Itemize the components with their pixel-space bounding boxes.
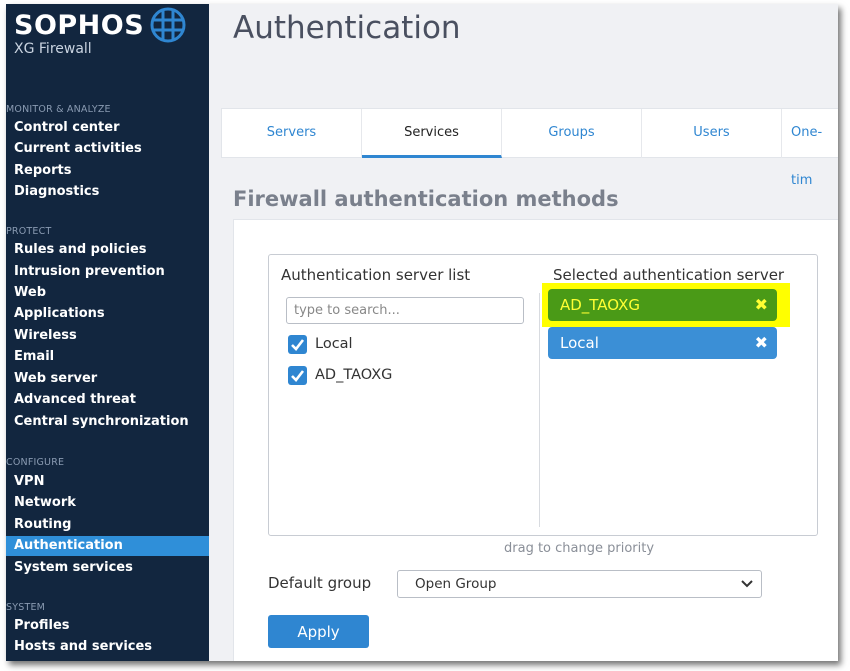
selected-server-ad-taoxg[interactable]: AD_TAOXG ✖ xyxy=(548,289,777,321)
apply-button[interactable]: Apply xyxy=(268,615,369,648)
app-window: SOPHOS XG Firewall MONITOR & ANALYZE Con… xyxy=(6,4,838,661)
tab-groups[interactable]: Groups xyxy=(502,109,642,158)
nav-web[interactable]: Web xyxy=(6,283,209,303)
nav-advanced-threat[interactable]: Advanced threat xyxy=(6,390,209,410)
nav-diagnostics[interactable]: Diagnostics xyxy=(6,182,209,202)
tab-servers[interactable]: Servers xyxy=(222,109,362,158)
list-divider xyxy=(539,293,540,527)
tab-bar: Servers Services Groups Users One-tim xyxy=(221,108,838,188)
sidebar: SOPHOS XG Firewall MONITOR & ANALYZE Con… xyxy=(6,4,209,661)
nav-current-activities[interactable]: Current activities xyxy=(6,139,209,159)
default-group-label: Default group xyxy=(268,574,372,592)
server-lists-box: Authentication server list Local AD_TAOX… xyxy=(268,254,818,536)
nav-control-center[interactable]: Control center xyxy=(6,118,209,138)
main-content: Authentication Servers Services Groups U… xyxy=(209,4,838,661)
section-monitor-analyze: MONITOR & ANALYZE xyxy=(6,104,111,115)
nav-reports[interactable]: Reports xyxy=(6,161,209,181)
selected-server-label: Local xyxy=(560,334,599,352)
nav-network[interactable]: Network xyxy=(6,493,209,513)
selected-server-label: AD_TAOXG xyxy=(560,296,641,314)
tab-services[interactable]: Services xyxy=(362,109,502,158)
nav-routing[interactable]: Routing xyxy=(6,515,209,535)
chevron-down-icon xyxy=(741,580,753,588)
nav-profiles[interactable]: Profiles xyxy=(6,616,209,636)
nav-rules-and-policies[interactable]: Rules and policies xyxy=(6,240,209,260)
section-protect: PROTECT xyxy=(6,226,52,237)
auth-methods-panel: Authentication server list Local AD_TAOX… xyxy=(233,219,838,661)
nav-applications[interactable]: Applications xyxy=(6,304,209,324)
section-title: Firewall authentication methods xyxy=(233,187,619,211)
default-group-select[interactable]: Open Group xyxy=(397,570,762,598)
nav-web-server[interactable]: Web server xyxy=(6,369,209,389)
nav-authentication[interactable]: Authentication xyxy=(6,536,209,556)
checkmark-icon xyxy=(291,339,305,351)
checkbox-ad-taoxg[interactable] xyxy=(288,366,307,385)
nav-email[interactable]: Email xyxy=(6,347,209,367)
default-group-value: Open Group xyxy=(415,576,497,592)
checkbox-local[interactable] xyxy=(288,335,307,354)
nav-hosts-and-services[interactable]: Hosts and services xyxy=(6,637,209,657)
server-label: AD_TAOXG xyxy=(315,367,393,383)
server-list-heading: Authentication server list xyxy=(281,266,471,284)
nav-vpn[interactable]: VPN xyxy=(6,472,209,492)
checkmark-icon xyxy=(291,370,305,382)
page-title: Authentication xyxy=(233,10,461,46)
brand-name: SOPHOS xyxy=(14,10,145,41)
nav-intrusion-prevention[interactable]: Intrusion prevention xyxy=(6,262,209,282)
nav-wireless[interactable]: Wireless xyxy=(6,326,209,346)
close-icon[interactable]: ✖ xyxy=(755,327,768,359)
nav-system-services[interactable]: System services xyxy=(6,558,209,578)
selected-server-local[interactable]: Local ✖ xyxy=(548,327,777,359)
close-icon[interactable]: ✖ xyxy=(755,289,768,321)
section-system: SYSTEM xyxy=(6,602,46,613)
product-name: XG Firewall xyxy=(14,41,92,57)
tab-one-time[interactable]: One-tim xyxy=(782,109,838,188)
selected-list-heading: Selected authentication server xyxy=(553,266,785,284)
tab-users[interactable]: Users xyxy=(642,109,782,158)
priority-hint: drag to change priority xyxy=(504,541,655,556)
sophos-globe-icon xyxy=(150,7,186,43)
section-configure: CONFIGURE xyxy=(6,457,65,468)
logo: SOPHOS XG Firewall xyxy=(14,10,144,57)
server-search-input[interactable] xyxy=(286,297,524,324)
server-label: Local xyxy=(315,336,353,352)
nav-central-synchronization[interactable]: Central synchronization xyxy=(6,412,209,432)
